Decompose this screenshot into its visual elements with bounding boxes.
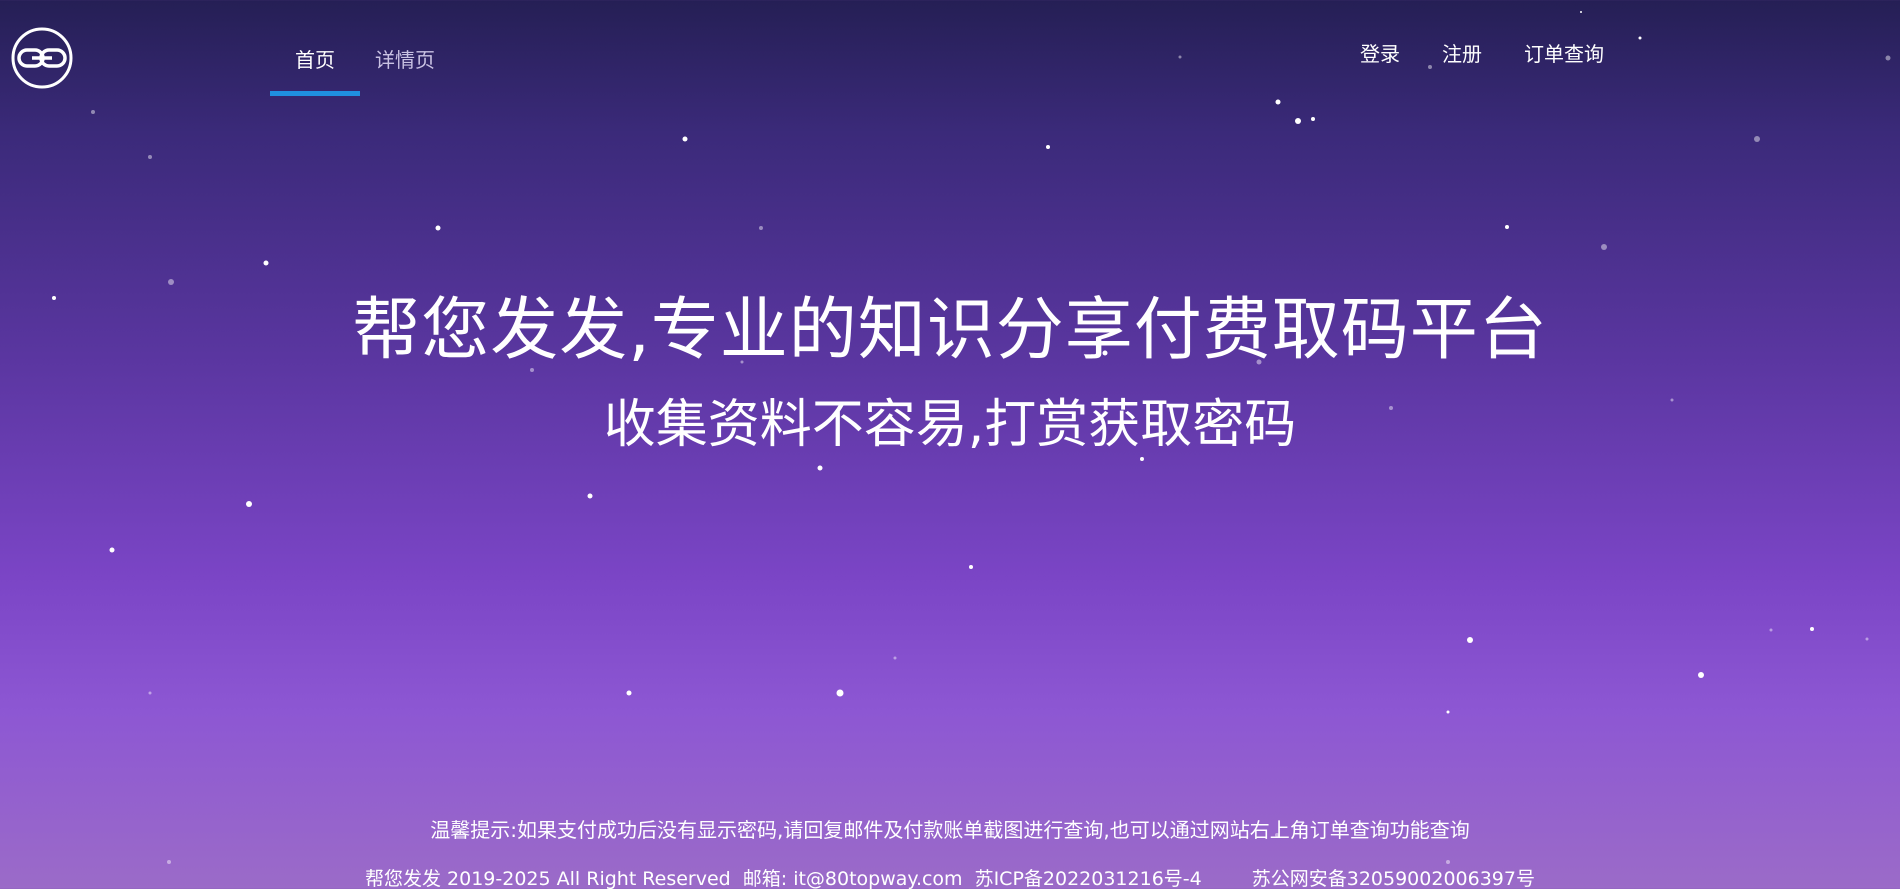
main-nav: 首页 详情页	[270, 30, 450, 96]
nav-tab-details[interactable]: 详情页	[360, 30, 450, 96]
hero-subtitle: 收集资料不容易,打赏获取密码	[603, 395, 1297, 455]
hero-title: 帮您发发,专业的知识分享付费取码平台	[352, 291, 1548, 370]
copyright-text: 帮您发发 2019-2025 All Right Reserved	[365, 868, 731, 889]
register-link[interactable]: 注册	[1442, 38, 1482, 67]
icp-link[interactable]: 苏ICP备2022031216号-4	[975, 864, 1202, 889]
footer-tip: 温馨提示:如果支付成功后没有显示密码,请回复邮件及付款账单截图进行查询,也可以通…	[430, 818, 1470, 842]
police-record-link[interactable]: 苏公网安备32059002006397号	[1252, 864, 1535, 889]
order-query-link[interactable]: 订单查询	[1524, 38, 1604, 67]
active-tab-indicator	[270, 91, 360, 96]
login-link[interactable]: 登录	[1360, 38, 1400, 67]
nav-tab-label: 首页	[295, 48, 335, 72]
email-text: 邮箱: it@80topway.com	[742, 868, 963, 889]
chain-link-icon	[11, 27, 73, 89]
account-nav: 登录 注册 订单查询	[1360, 38, 1604, 67]
nav-tab-home[interactable]: 首页	[270, 30, 360, 96]
footer-spacer	[1214, 864, 1240, 889]
site-logo[interactable]	[10, 26, 74, 90]
footer-bar: 帮您发发 2019-2025 All Right Reserved 邮箱: it…	[0, 864, 1900, 889]
nav-tab-label: 详情页	[375, 48, 435, 72]
